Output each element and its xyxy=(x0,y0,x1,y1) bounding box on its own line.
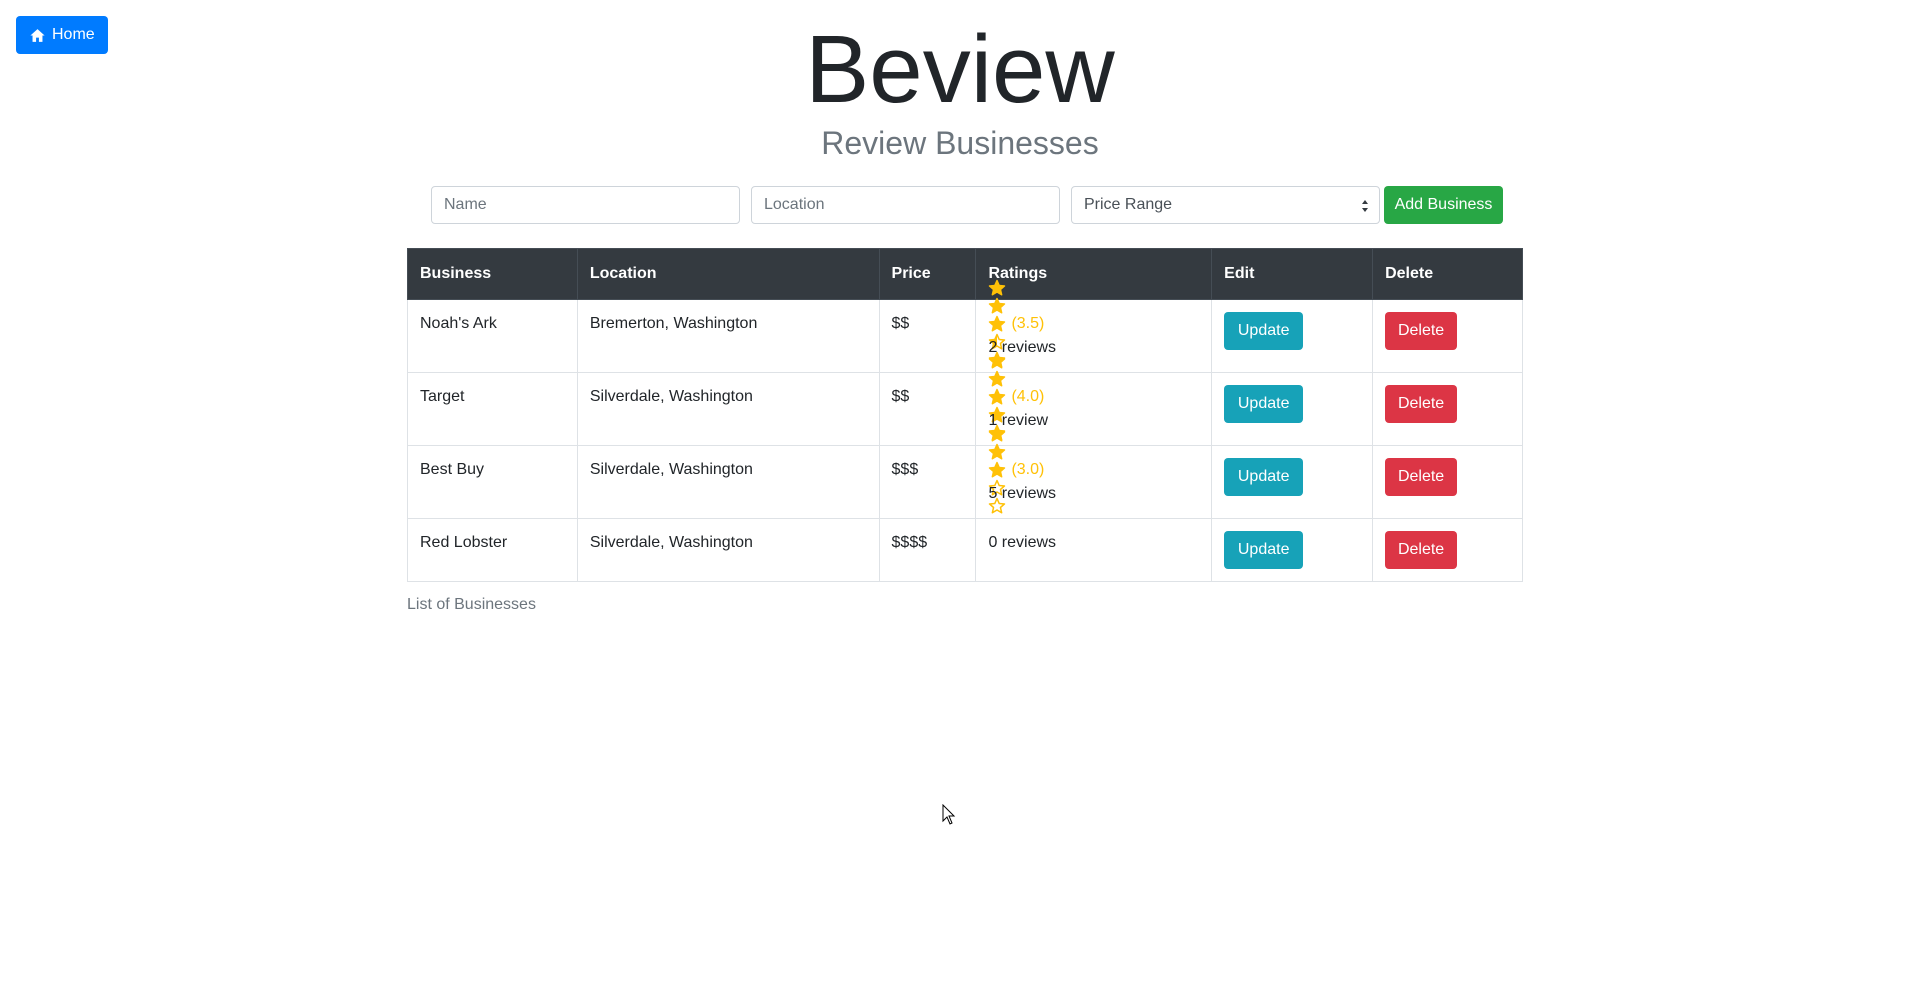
cell-edit: Update xyxy=(1211,299,1374,373)
star-rating: (4.0) xyxy=(988,352,1199,441)
cell-delete: Delete xyxy=(1372,299,1523,373)
cell-business: Red Lobster xyxy=(407,518,578,582)
cell-ratings: (4.0) 1 review xyxy=(975,352,1213,446)
cell-delete: Delete xyxy=(1372,372,1523,446)
star-full-icon xyxy=(989,315,1006,332)
cell-edit: Update xyxy=(1211,372,1374,446)
review-count: 2 reviews xyxy=(988,339,1057,356)
star-full-icon xyxy=(989,352,1006,369)
table-row[interactable]: Target Silverdale, Washington $$ (4.0) 1… xyxy=(407,352,1523,446)
cell-location: Bremerton, Washington xyxy=(576,299,880,373)
update-button[interactable]: Update xyxy=(1224,312,1304,350)
cell-edit: Update xyxy=(1211,445,1374,519)
cell-ratings: (3.5) 2 reviews xyxy=(975,279,1213,373)
business-table: Business Location Price Ratings Edit Del… xyxy=(407,248,1523,582)
cell-price: $$$$ xyxy=(878,518,977,582)
table-row[interactable]: Best Buy Silverdale, Washington $$$ (3.0… xyxy=(407,425,1523,519)
header-price: Price xyxy=(878,248,977,300)
cell-location: Silverdale, Washington xyxy=(576,372,880,446)
update-button[interactable]: Update xyxy=(1224,458,1304,496)
mouse-cursor-icon xyxy=(942,804,956,825)
delete-button[interactable]: Delete xyxy=(1385,458,1458,496)
price-range-selected: Price Range xyxy=(1084,196,1173,213)
star-full-icon xyxy=(989,279,1006,296)
header-business: Business xyxy=(407,248,578,300)
review-count: 5 reviews xyxy=(988,485,1057,502)
cell-delete: Delete xyxy=(1372,518,1523,582)
add-business-button[interactable]: Add Business xyxy=(1384,186,1503,224)
cell-location: Silverdale, Washington xyxy=(576,518,880,582)
table-caption: List of Businesses xyxy=(407,596,536,613)
star-rating: (3.5) xyxy=(988,279,1199,368)
cell-ratings: (3.0) 5 reviews xyxy=(975,425,1213,519)
header-edit: Edit xyxy=(1211,248,1374,300)
review-count: 0 reviews xyxy=(988,534,1057,551)
page-title: Beview xyxy=(805,16,1115,123)
cell-price: $$$ xyxy=(878,445,977,519)
review-count: 1 review xyxy=(988,412,1049,429)
rating-value: (4.0) xyxy=(1011,388,1045,405)
name-input[interactable] xyxy=(431,186,740,224)
header-ratings: Ratings xyxy=(975,248,1213,300)
star-rating: (3.0) xyxy=(988,425,1199,514)
select-arrows-icon xyxy=(1362,200,1368,212)
delete-button[interactable]: Delete xyxy=(1385,385,1458,423)
star-full-icon xyxy=(989,443,1006,460)
cell-business: Best Buy xyxy=(407,445,578,519)
location-input[interactable] xyxy=(751,186,1060,224)
header-delete: Delete xyxy=(1372,248,1523,300)
star-full-icon xyxy=(989,370,1006,387)
price-range-select[interactable]: Price Range xyxy=(1071,186,1380,224)
cell-business: Noah's Ark xyxy=(407,299,578,373)
delete-button[interactable]: Delete xyxy=(1385,312,1458,350)
cell-ratings: 0 reviews xyxy=(975,518,1213,582)
star-full-icon xyxy=(989,388,1006,405)
cell-edit: Update xyxy=(1211,518,1374,582)
rating-value: (3.5) xyxy=(1011,315,1045,332)
star-full-icon xyxy=(989,297,1006,314)
cell-price: $$ xyxy=(878,299,977,373)
cell-location: Silverdale, Washington xyxy=(576,445,880,519)
rating-value: (3.0) xyxy=(1011,461,1045,478)
cell-delete: Delete xyxy=(1372,445,1523,519)
table-row[interactable]: Red Lobster Silverdale, Washington $$$$ … xyxy=(407,518,1523,582)
star-full-icon xyxy=(989,461,1006,478)
delete-button[interactable]: Delete xyxy=(1385,531,1458,569)
header-location: Location xyxy=(576,248,880,300)
star-full-icon xyxy=(989,425,1006,442)
cell-price: $$ xyxy=(878,372,977,446)
table-row[interactable]: Noah's Ark Bremerton, Washington $$ (3.5… xyxy=(407,279,1523,373)
update-button[interactable]: Update xyxy=(1224,385,1304,423)
update-button[interactable]: Update xyxy=(1224,531,1304,569)
cell-business: Target xyxy=(407,372,578,446)
table-header-row: Business Location Price Ratings Edit Del… xyxy=(407,248,1523,300)
business-table-wrapper: Business Location Price Ratings Edit Del… xyxy=(407,248,1523,582)
page-subtitle: Review Businesses xyxy=(821,125,1099,161)
